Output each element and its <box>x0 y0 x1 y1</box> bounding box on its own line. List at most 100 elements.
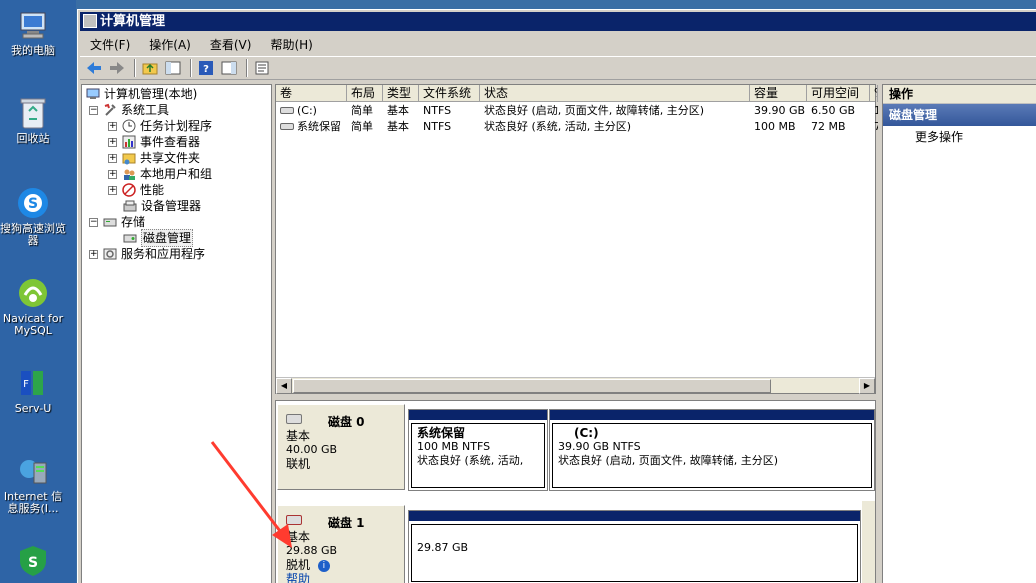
more-actions-item[interactable]: 更多操作 <box>883 126 1036 148</box>
volume-row[interactable]: (C:) 简单 基本 NTFS 状态良好 (启动, 页面文件, 故障转储, 主分… <box>276 103 878 119</box>
partition-size: 100 MB NTFS <box>417 440 491 453</box>
partition-c-drive[interactable]: (C:) 39.90 GB NTFS 状态良好 (启动, 页面文件, 故障转储,… <box>549 409 875 491</box>
disk-0-label[interactable]: 磁盘 0 基本 40.00 GB 联机 <box>277 404 405 490</box>
desktop-icon-label: Navicat for MySQL <box>2 312 64 337</box>
toolbar: ? <box>80 56 1036 80</box>
tree-item-system-tools[interactable]: − 系统工具 <box>89 102 169 118</box>
svg-text:S: S <box>28 555 38 571</box>
partition-unallocated[interactable]: 29.87 GB <box>408 510 861 583</box>
column-header-percent-free[interactable]: % <box>870 85 878 102</box>
title-bar[interactable]: 计算机管理 <box>80 12 1036 31</box>
volume-list: 卷 布局 类型 文件系统 状态 容量 可用空间 % (C:) 简单 基本 NTF… <box>275 84 878 394</box>
status-cell: 状态良好 (启动, 页面文件, 故障转储, 主分区) <box>484 104 705 117</box>
collapse-icon[interactable]: − <box>89 105 98 115</box>
help-link[interactable]: 帮助 <box>286 572 404 583</box>
menu-file[interactable]: 文件(F) <box>80 36 139 53</box>
desktop: 我的电脑 回收站 S 搜狗高速浏览器 Navicat for MySQL F S… <box>0 0 76 583</box>
desktop-icon-iis[interactable]: Internet 信息服务(I... <box>0 454 66 515</box>
users-icon <box>121 167 137 181</box>
computer-management-icon <box>83 14 97 28</box>
expand-icon[interactable]: + <box>89 249 98 259</box>
free-space-cell: 72 MB <box>811 120 846 133</box>
desktop-icon-label: Internet 信息服务(I... <box>3 490 63 515</box>
column-header-type[interactable]: 类型 <box>383 85 419 102</box>
partition-bar <box>409 410 547 420</box>
tree-item-device-manager[interactable]: 设备管理器 <box>122 198 201 214</box>
expand-icon[interactable]: + <box>108 153 117 163</box>
menu-help[interactable]: 帮助(H) <box>260 36 321 53</box>
volume-name-cell: (C:) <box>276 103 347 119</box>
scrollbar-thumb[interactable] <box>293 379 771 393</box>
expand-icon[interactable]: + <box>108 185 117 195</box>
up-folder-icon[interactable] <box>140 58 160 78</box>
partition-status: 状态良好 (启动, 页面文件, 故障转储, 主分区) <box>558 454 779 467</box>
tools-icon <box>102 103 118 117</box>
actions-header: 操作 <box>883 85 1036 104</box>
svg-text:?: ? <box>203 64 209 75</box>
expand-icon[interactable]: + <box>108 169 117 179</box>
help-icon[interactable]: ? <box>196 58 216 78</box>
disk-size: 40.00 GB <box>286 443 338 456</box>
tree-label: 任务计划程序 <box>140 119 213 133</box>
tree-item-task-scheduler[interactable]: + 任务计划程序 <box>108 118 212 134</box>
tree-item-local-users[interactable]: + 本地用户和组 <box>108 166 212 182</box>
tree-label: 事件查看器 <box>140 135 201 149</box>
column-header-status[interactable]: 状态 <box>480 85 750 102</box>
tree-item-storage[interactable]: − 存储 <box>89 214 145 230</box>
column-header-volume[interactable]: 卷 <box>276 85 347 102</box>
menu-action[interactable]: 操作(A) <box>139 36 200 53</box>
desktop-icon-sogou[interactable]: S 搜狗高速浏览器 <box>0 186 66 247</box>
desktop-icon-navicat[interactable]: Navicat for MySQL <box>0 276 66 337</box>
servu-icon: F <box>16 366 50 400</box>
expand-icon[interactable]: + <box>108 121 117 131</box>
desktop-icon-recycle-bin[interactable]: 回收站 <box>0 96 66 145</box>
disk-type: 基本 <box>286 530 311 544</box>
column-header-filesystem[interactable]: 文件系统 <box>419 85 480 102</box>
toolbar-separator <box>134 59 136 77</box>
desktop-icon-label: 我的电脑 <box>11 44 55 57</box>
tree-item-services-apps[interactable]: + 服务和应用程序 <box>89 246 205 262</box>
actions-pane: 操作 磁盘管理 更多操作 <box>882 84 1036 583</box>
desktop-icon-my-computer[interactable]: 我的电脑 <box>0 8 66 57</box>
menu-view[interactable]: 查看(V) <box>200 36 261 53</box>
filesystem-cell: NTFS <box>423 120 452 133</box>
expand-icon[interactable]: + <box>108 137 117 147</box>
tree-item-shared-folders[interactable]: + 共享文件夹 <box>108 150 200 166</box>
volume-list-header: 卷 布局 类型 文件系统 状态 容量 可用空间 % <box>276 85 878 102</box>
show-hide-tree-icon[interactable] <box>163 58 183 78</box>
column-header-capacity[interactable]: 容量 <box>750 85 807 102</box>
computer-icon <box>16 8 50 42</box>
disk-state: 脱机 <box>286 558 311 572</box>
properties-icon[interactable] <box>252 58 272 78</box>
desktop-icon-servu[interactable]: F Serv-U <box>0 366 66 415</box>
window-title: 计算机管理 <box>100 14 166 29</box>
info-icon[interactable]: i <box>317 559 330 572</box>
volume-row[interactable]: 系统保留 简单 基本 NTFS 状态良好 (系统, 活动, 主分区) 100 M… <box>276 119 878 135</box>
disk-size: 29.88 GB <box>286 544 338 557</box>
tree-root[interactable]: 计算机管理(本地) <box>85 86 197 102</box>
capacity-cell: 100 MB <box>754 120 796 133</box>
partition-system-reserved[interactable]: 系统保留 100 MB NTFS 状态良好 (系统, 活动, <box>408 409 548 491</box>
partition-body: 29.87 GB <box>411 524 858 582</box>
tree-item-disk-management[interactable]: 磁盘管理 <box>122 229 194 247</box>
forward-icon[interactable] <box>107 58 127 78</box>
event-viewer-icon <box>121 135 137 149</box>
tree-label: 服务和应用程序 <box>121 247 206 261</box>
show-hide-action-pane-icon[interactable] <box>219 58 239 78</box>
tree-item-performance[interactable]: + 性能 <box>108 182 164 198</box>
vertical-scrollbar[interactable] <box>862 501 875 583</box>
scroll-left-icon[interactable]: ◀ <box>276 378 292 394</box>
horizontal-scrollbar[interactable]: ◀ ▶ <box>276 377 875 394</box>
capacity-cell: 39.90 GB <box>754 104 806 117</box>
column-header-free-space[interactable]: 可用空间 <box>807 85 870 102</box>
actions-section-disk-management[interactable]: 磁盘管理 <box>883 104 1036 126</box>
collapse-icon[interactable]: − <box>89 217 98 227</box>
back-icon[interactable] <box>84 58 104 78</box>
scroll-right-icon[interactable]: ▶ <box>859 378 875 394</box>
disk-1-label[interactable]: 磁盘 1 基本 29.88 GB 脱机 i 帮助 <box>277 505 405 583</box>
tree-item-event-viewer[interactable]: + 事件查看器 <box>108 134 200 150</box>
computer-management-icon <box>85 87 101 101</box>
column-header-layout[interactable]: 布局 <box>347 85 383 102</box>
desktop-icon-security[interactable]: S <box>0 544 66 581</box>
volume-name: 系统保留 <box>297 120 341 133</box>
